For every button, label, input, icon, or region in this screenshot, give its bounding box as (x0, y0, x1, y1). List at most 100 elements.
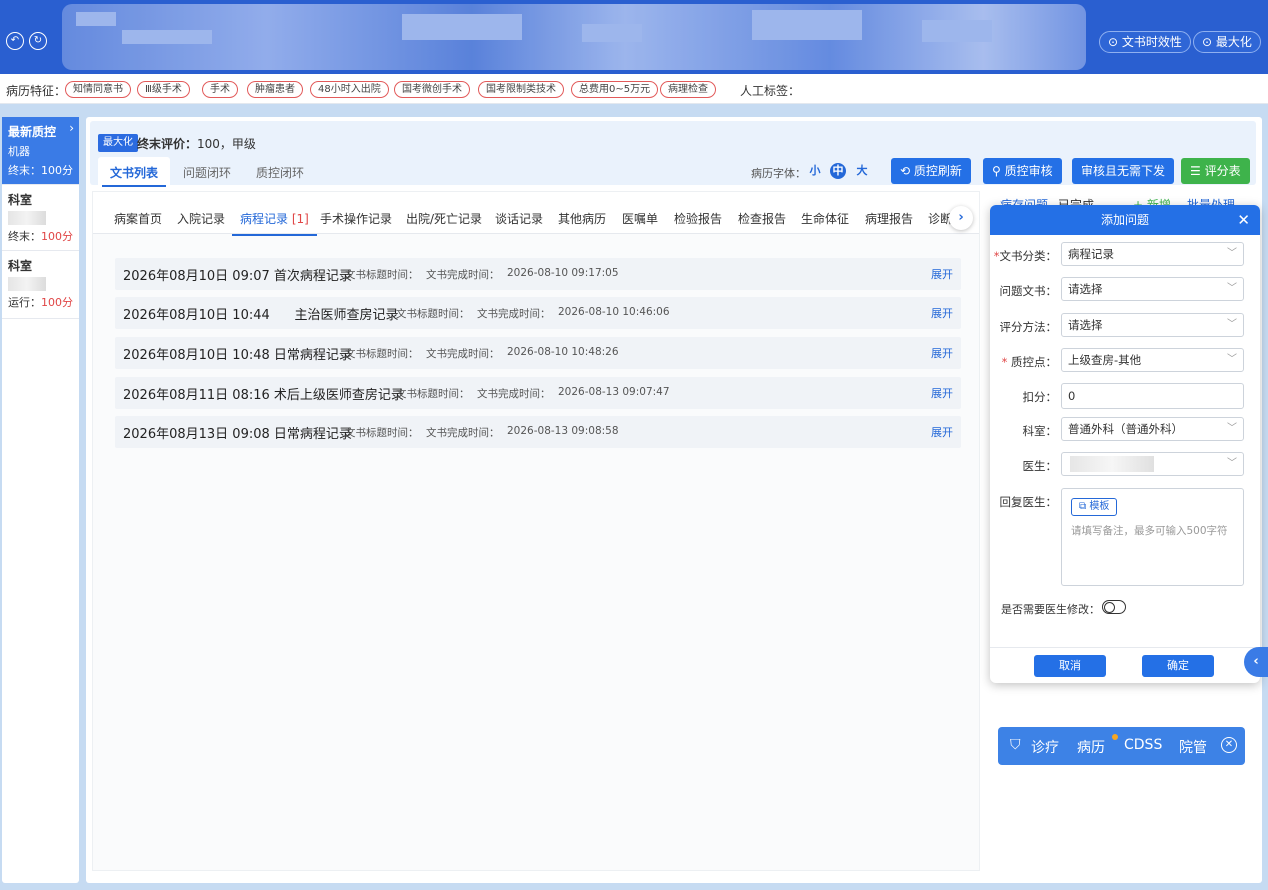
feature-chip: 肿瘤患者 (247, 81, 303, 98)
department-select[interactable]: 普通外科（普通外科） ﹀ (1061, 417, 1244, 441)
qc-point-select[interactable]: 上级查房-其他 ﹀ (1061, 348, 1244, 372)
record-done-time-label: 文书完成时间： (426, 427, 500, 439)
back-icon[interactable]: ↶ (6, 32, 24, 50)
final-evaluation: 终末评价：100，甲级 (137, 135, 256, 152)
manual-tag-label: 人工标签： (740, 84, 801, 98)
tab-doc-list[interactable]: 文书列表 (101, 164, 167, 187)
subtab-talk[interactable]: 谈话记录 (495, 210, 543, 227)
qc-card-title: 科室 (8, 259, 33, 273)
cdss-item-hospital[interactable]: 院管 (1179, 737, 1207, 757)
qc-card[interactable]: 科室 运行：100分 (2, 251, 79, 319)
qc-score-value: 100分 (41, 230, 73, 243)
qc-review-button[interactable]: ⚲ 质控审核 (983, 158, 1062, 184)
qc-card-title: 最新质控 (8, 125, 57, 139)
font-large[interactable]: 大 (854, 163, 870, 179)
expand-link[interactable]: 展开 (931, 305, 953, 321)
refresh-icon[interactable]: ↻ (29, 32, 47, 50)
qc-card-score: 运行：100分 (8, 294, 73, 310)
record-row[interactable]: 2026年08月10日 10:48 日常病程记录 文书标题时间： 文书完成时间：… (115, 337, 961, 369)
patient-info-blurred (62, 4, 1086, 70)
subtab-label: 病程记录 (240, 212, 289, 226)
subtab-pathology[interactable]: 病理报告 (865, 210, 913, 227)
qc-score-label: 运行： (8, 296, 41, 309)
cancel-button[interactable]: 取消 (1034, 655, 1106, 677)
subtab-admission[interactable]: 入院记录 (177, 210, 225, 227)
qc-card[interactable]: 科室 终末：100分 (2, 185, 79, 251)
score-method-select[interactable]: 请选择 ﹀ (1061, 313, 1244, 337)
cdss-item-treatment[interactable]: 诊疗 (1031, 737, 1059, 757)
final-eval-label: 终末评价： (137, 137, 198, 151)
subtab-lab[interactable]: 检验报告 (674, 210, 722, 227)
subtab-orders[interactable]: 医嘱单 (622, 210, 658, 227)
field-label-text: 质控点： (1011, 355, 1057, 369)
qc-score-value: 100分 (41, 296, 73, 309)
record-row[interactable]: 2026年08月10日 09:07 首次病程记录 文书标题时间： 文书完成时间：… (115, 258, 961, 290)
chevron-down-icon: ﹀ (1227, 423, 1237, 434)
dialog-header: 添加问题 ✕ (990, 205, 1260, 235)
record-done-time: 2026-08-13 09:08:58 (507, 425, 619, 437)
field-label: 扣分： (1022, 390, 1058, 404)
need-doctor-edit-toggle[interactable] (1102, 600, 1126, 614)
deduction-input[interactable]: 0 (1061, 383, 1244, 409)
close-icon[interactable]: ✕ (1237, 205, 1250, 235)
subtab-surgery[interactable]: 手术操作记录 (320, 210, 392, 227)
expand-link[interactable]: 展开 (931, 424, 953, 440)
subtab-front-page[interactable]: 病案首页 (114, 210, 162, 227)
close-icon[interactable]: ✕ (1221, 737, 1237, 753)
cdss-item-records[interactable]: 病历 (1077, 737, 1105, 757)
tab-qc-loop[interactable]: 质控闭环 (256, 164, 304, 181)
record-row[interactable]: 2026年08月10日 10:44 主治医师查房记录 文书标题时间： 文书完成时… (115, 297, 961, 329)
chevron-down-icon: ﹀ (1227, 283, 1237, 294)
field-label: *文书分类： (993, 249, 1057, 263)
timeliness-button[interactable]: ⊙ 文书时效性 (1099, 31, 1191, 53)
doc-category-select[interactable]: 病程记录 ﹀ (1061, 242, 1244, 266)
qc-card-latest[interactable]: 最新质控 机器 终末：100分 › (2, 117, 79, 185)
record-title: 2026年08月13日 09:08 日常病程记录 (123, 427, 352, 442)
template-button[interactable]: ⧉ 模板 (1071, 498, 1118, 516)
confirm-button[interactable]: 确定 (1142, 655, 1214, 677)
review-no-dispatch-button[interactable]: 审核且无需下发 (1072, 158, 1175, 184)
qc-card-title: 科室 (8, 193, 33, 207)
qc-score-label: 终末： (8, 164, 41, 177)
reply-placeholder: 请填写备注，最多可输入500字符 (1071, 525, 1228, 537)
doctor-select[interactable]: ﹀ (1061, 452, 1244, 476)
reply-textarea[interactable]: ⧉ 模板 请填写备注，最多可输入500字符 (1061, 488, 1244, 586)
record-row[interactable]: 2026年08月13日 09:08 日常病程记录 文书标题时间： 文书完成时间：… (115, 416, 961, 448)
font-size-label: 病历字体： (751, 167, 806, 180)
record-done-time: 2026-08-10 10:46:06 (558, 306, 670, 318)
record-done-time-label: 文书完成时间： (477, 308, 551, 320)
expand-link[interactable]: 展开 (931, 266, 953, 282)
qc-card-sub: 机器 (8, 145, 30, 158)
subtab-count: [1] (291, 212, 309, 226)
expand-link[interactable]: 展开 (931, 385, 953, 401)
subtab-exam[interactable]: 检查报告 (738, 210, 786, 227)
expand-link[interactable]: 展开 (931, 345, 953, 361)
chevron-right-icon: › (69, 121, 74, 135)
record-done-time: 2026-08-13 09:07:47 (558, 386, 670, 398)
record-title-time-label: 文书标题时间： (396, 308, 470, 320)
qc-refresh-button[interactable]: ⟲ 质控刷新 (891, 158, 971, 184)
collapse-panel-button[interactable]: ‹ (1244, 647, 1268, 677)
font-medium[interactable]: 中 (830, 163, 846, 179)
select-value: 病程记录 (1068, 247, 1114, 261)
qc-history-panel: 最新质控 机器 终末：100分 › 科室 终末：100分 科室 运行：100分 (2, 117, 79, 883)
maximize-button[interactable]: ⊙ 最大化 (1193, 31, 1261, 53)
font-small[interactable]: 小 (807, 163, 823, 179)
subtab-discharge[interactable]: 出院/死亡记录 (406, 210, 482, 227)
score-table-button[interactable]: ☰ 评分表 (1181, 158, 1250, 184)
tab-issue-loop[interactable]: 问题闭环 (183, 164, 231, 181)
record-row[interactable]: 2026年08月11日 08:16 术后上级医师查房记录 文书标题时间： 文书完… (115, 377, 961, 409)
record-title: 2026年08月10日 10:48 日常病程记录 (123, 348, 352, 363)
notification-dot (1112, 734, 1118, 740)
maximize-badge[interactable]: 最大化 (98, 134, 138, 152)
issue-doc-select[interactable]: 请选择 ﹀ (1061, 277, 1244, 301)
chevron-right-icon[interactable]: › (949, 206, 973, 230)
subtab-other[interactable]: 其他病历 (558, 210, 606, 227)
subtab-progress-notes[interactable]: 病程记录 [1] (232, 210, 317, 236)
need-doctor-edit-label: 是否需要医生修改： (1001, 603, 1100, 616)
record-title: 2026年08月10日 09:07 首次病程记录 (123, 269, 352, 284)
feature-chip: Ⅲ级手术 (137, 81, 190, 98)
subtab-vitals[interactable]: 生命体征 (801, 210, 849, 227)
chevron-down-icon: ﹀ (1227, 248, 1237, 259)
cdss-item-cdss[interactable]: CDSS (1124, 737, 1162, 753)
